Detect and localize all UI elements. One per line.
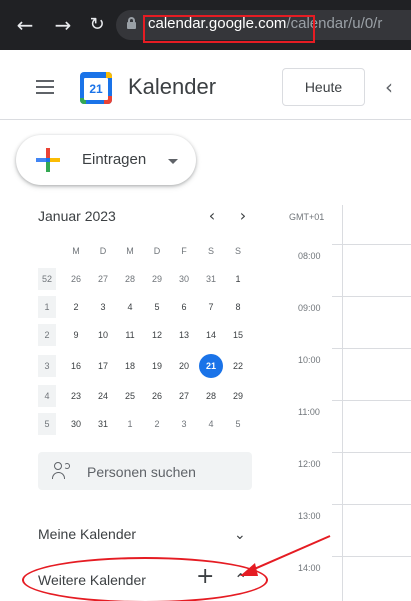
hour-label: 12:00: [298, 459, 321, 469]
lock-icon: [127, 17, 136, 29]
chevron-left-icon[interactable]: ‹: [380, 77, 398, 97]
url-highlight-annotation: [143, 15, 315, 43]
day-cell[interactable]: 13: [174, 325, 194, 345]
other-calendars-highlight-annotation: [22, 557, 268, 601]
weekday-header: M: [126, 246, 134, 256]
app-title: Kalender: [128, 74, 217, 99]
day-cell[interactable]: 5: [147, 297, 167, 317]
weekday-header: S: [234, 246, 241, 256]
hour-gridline: [332, 452, 411, 453]
day-column-border: [342, 205, 343, 601]
day-cell[interactable]: 6: [174, 297, 194, 317]
people-icon: [52, 462, 74, 480]
hour-gridline: [332, 504, 411, 505]
day-cell[interactable]: 18: [120, 356, 140, 376]
hour-label: 14:00: [298, 563, 321, 573]
day-cell[interactable]: 28: [120, 269, 140, 289]
day-cell[interactable]: 31: [201, 269, 221, 289]
weekday-header: S: [207, 246, 214, 256]
main-menu-icon[interactable]: [36, 80, 54, 94]
mini-calendar-month: Januar 2023: [38, 208, 116, 224]
day-cell[interactable]: 16: [66, 356, 86, 376]
day-cell[interactable]: 17: [93, 356, 113, 376]
chevron-left-icon[interactable]: ‹: [204, 207, 220, 225]
day-cell[interactable]: 12: [147, 325, 167, 345]
hour-gridline: [332, 400, 411, 401]
hour-label: 13:00: [298, 511, 321, 521]
plus-icon: [36, 148, 60, 172]
week-number[interactable]: 1: [38, 296, 56, 318]
today-date[interactable]: 21: [199, 354, 223, 378]
hour-gridline: [332, 556, 411, 557]
hour-gridline: [332, 348, 411, 349]
create-button[interactable]: Eintragen: [16, 135, 196, 185]
week-number[interactable]: 52: [38, 268, 56, 290]
caret-down-icon: [168, 159, 178, 164]
day-cell[interactable]: 15: [228, 325, 248, 345]
day-cell[interactable]: 7: [201, 297, 221, 317]
day-cell[interactable]: 19: [147, 356, 167, 376]
day-cell[interactable]: 4: [201, 414, 221, 434]
reload-icon[interactable]: ↻: [86, 14, 108, 36]
chevron-right-icon[interactable]: ›: [235, 207, 251, 225]
week-number[interactable]: 4: [38, 385, 56, 407]
today-button[interactable]: Heute: [282, 68, 365, 106]
chevron-down-icon[interactable]: ⌄: [234, 527, 246, 543]
day-cell[interactable]: 29: [147, 269, 167, 289]
day-cell[interactable]: 4: [120, 297, 140, 317]
day-cell[interactable]: 28: [201, 386, 221, 406]
day-cell[interactable]: 24: [93, 386, 113, 406]
day-cell[interactable]: 31: [93, 414, 113, 434]
day-cell[interactable]: 5: [228, 414, 248, 434]
day-cell[interactable]: 25: [120, 386, 140, 406]
hour-label: 09:00: [298, 303, 321, 313]
day-cell[interactable]: 3: [174, 414, 194, 434]
day-cell[interactable]: 29: [228, 386, 248, 406]
day-cell[interactable]: 1: [228, 269, 248, 289]
day-cell[interactable]: 3: [93, 297, 113, 317]
day-cell[interactable]: 1: [120, 414, 140, 434]
timezone-label: GMT+01: [289, 212, 325, 222]
search-people-input[interactable]: Personen suchen: [38, 452, 252, 490]
calendar-logo[interactable]: 21: [80, 72, 112, 104]
logo-day: 21: [84, 78, 108, 100]
hour-gridline: [332, 244, 411, 245]
day-cell[interactable]: 27: [174, 386, 194, 406]
week-number[interactable]: 3: [38, 355, 56, 377]
hour-gridline: [332, 296, 411, 297]
hour-label: 08:00: [298, 251, 321, 261]
weekday-header: D: [99, 246, 107, 256]
day-cell[interactable]: 30: [174, 269, 194, 289]
day-cell[interactable]: 9: [66, 325, 86, 345]
back-icon[interactable]: ←: [14, 14, 36, 36]
forward-icon[interactable]: →: [52, 14, 74, 36]
weekday-header: D: [153, 246, 161, 256]
day-cell[interactable]: 30: [66, 414, 86, 434]
search-people-placeholder: Personen suchen: [87, 464, 196, 480]
day-cell[interactable]: 2: [66, 297, 86, 317]
day-cell[interactable]: 2: [147, 414, 167, 434]
create-label: Eintragen: [82, 151, 147, 168]
weekday-header: F: [181, 246, 187, 256]
day-cell[interactable]: 10: [93, 325, 113, 345]
day-cell[interactable]: 23: [66, 386, 86, 406]
day-cell[interactable]: 27: [93, 269, 113, 289]
day-cell[interactable]: 20: [174, 356, 194, 376]
day-cell[interactable]: 14: [201, 325, 221, 345]
day-cell[interactable]: 26: [147, 386, 167, 406]
weekday-header: M: [72, 246, 80, 256]
day-cell[interactable]: 22: [228, 356, 248, 376]
hour-label: 10:00: [298, 355, 321, 365]
my-calendars-title[interactable]: Meine Kalender: [38, 525, 136, 543]
header-divider: [0, 119, 411, 120]
day-cell[interactable]: 11: [120, 325, 140, 345]
hour-label: 11:00: [298, 407, 320, 417]
week-number[interactable]: 5: [38, 413, 56, 435]
day-cell[interactable]: 8: [228, 297, 248, 317]
day-cell[interactable]: 26: [66, 269, 86, 289]
week-number[interactable]: 2: [38, 324, 56, 346]
